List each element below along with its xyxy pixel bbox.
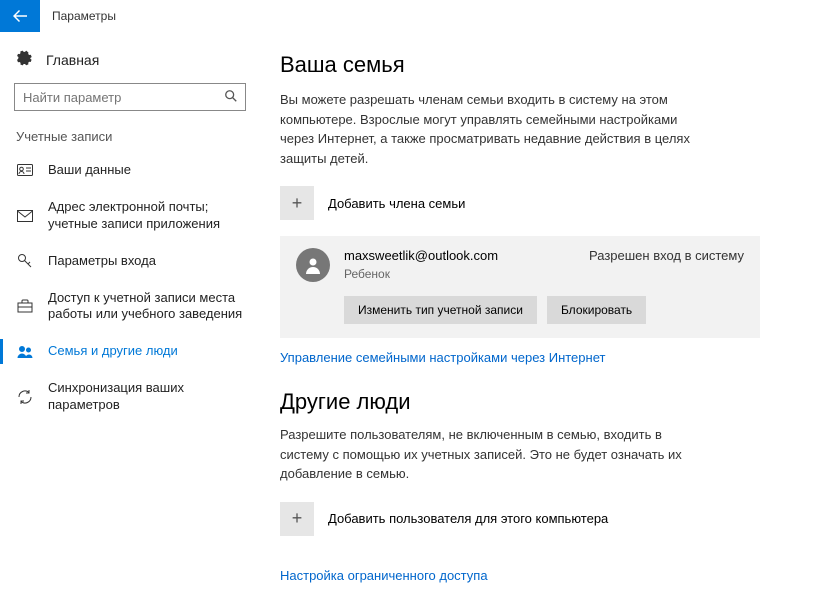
sync-icon: [16, 389, 34, 405]
add-other-user-button[interactable]: + Добавить пользователя для этого компью…: [280, 502, 800, 536]
id-card-icon: [16, 164, 34, 176]
sidebar-item-label: Параметры входа: [48, 253, 156, 270]
briefcase-icon: [16, 299, 34, 313]
back-button[interactable]: [0, 0, 40, 32]
gear-icon: [16, 50, 32, 69]
assigned-access-link[interactable]: Настройка ограниченного доступа: [280, 568, 488, 583]
search-input[interactable]: [15, 90, 217, 105]
sidebar-section-title: Учетные записи: [0, 115, 260, 152]
sidebar-nav: Ваши данные Адрес электронной почты; уче…: [0, 152, 260, 424]
key-icon: [16, 253, 34, 269]
sidebar-item-work-access[interactable]: Доступ к учетной записи места работы или…: [0, 280, 260, 334]
home-link[interactable]: Главная: [0, 42, 260, 77]
window-title: Параметры: [52, 9, 116, 23]
family-description: Вы можете разрешать членам семьи входить…: [280, 90, 700, 168]
family-member-card: maxsweetlik@outlook.com Разрешен вход в …: [280, 236, 760, 338]
sidebar-item-label: Синхронизация ваших параметров: [48, 380, 244, 414]
other-people-description: Разрешите пользователям, не включенным в…: [280, 425, 700, 484]
sidebar-item-label: Ваши данные: [48, 162, 131, 179]
family-heading: Ваша семья: [280, 52, 800, 78]
sidebar-item-family[interactable]: Семья и другие люди: [0, 333, 260, 370]
add-family-label: Добавить члена семьи: [328, 196, 465, 211]
change-account-type-button[interactable]: Изменить тип учетной записи: [344, 296, 537, 324]
sidebar-item-email-accounts[interactable]: Адрес электронной почты; учетные записи …: [0, 189, 260, 243]
sidebar-item-your-info[interactable]: Ваши данные: [0, 152, 260, 189]
mail-icon: [16, 210, 34, 222]
add-other-label: Добавить пользователя для этого компьюте…: [328, 511, 608, 526]
avatar: [296, 248, 330, 282]
member-email: maxsweetlik@outlook.com: [344, 248, 498, 263]
search-box[interactable]: [14, 83, 246, 111]
plus-icon: +: [280, 186, 314, 220]
sidebar-item-label: Адрес электронной почты; учетные записи …: [48, 199, 244, 233]
person-icon: [303, 255, 323, 275]
titlebar: Параметры: [0, 0, 840, 32]
sidebar-item-sync[interactable]: Синхронизация ваших параметров: [0, 370, 260, 424]
sidebar-item-signin-options[interactable]: Параметры входа: [0, 243, 260, 280]
manage-family-online-link[interactable]: Управление семейными настройками через И…: [280, 350, 605, 365]
sidebar: Главная Учетные записи Ваши данные: [0, 32, 260, 594]
other-people-heading: Другие люди: [280, 389, 800, 415]
member-status: Разрешен вход в систему: [589, 248, 744, 263]
add-family-member-button[interactable]: + Добавить члена семьи: [280, 186, 800, 220]
sidebar-item-label: Семья и другие люди: [48, 343, 178, 360]
home-label: Главная: [46, 52, 99, 68]
search-icon: [217, 89, 245, 106]
sidebar-item-label: Доступ к учетной записи места работы или…: [48, 290, 244, 324]
block-button[interactable]: Блокировать: [547, 296, 646, 324]
content-pane: Ваша семья Вы можете разрешать членам се…: [260, 32, 840, 594]
member-role: Ребенок: [344, 267, 744, 281]
people-icon: [16, 345, 34, 359]
arrow-left-icon: [12, 8, 28, 24]
plus-icon: +: [280, 502, 314, 536]
